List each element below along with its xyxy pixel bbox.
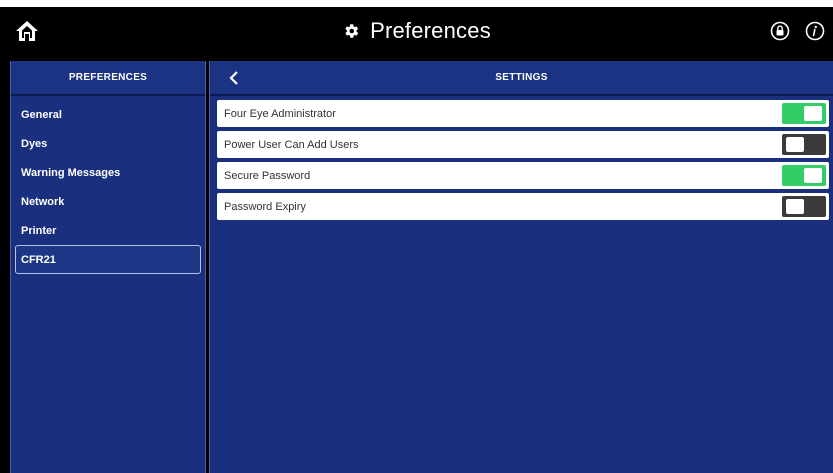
- settings-list: Four Eye Administrator Power User Can Ad…: [210, 96, 833, 220]
- settings-header: SETTINGS: [210, 61, 833, 96]
- toggle-knob: [804, 106, 822, 121]
- home-button[interactable]: [12, 16, 42, 46]
- top-bar: Preferences: [0, 7, 833, 55]
- chevron-left-icon: [229, 71, 238, 85]
- setting-row-four-eye-administrator: Four Eye Administrator: [217, 100, 829, 127]
- sidebar-item-printer[interactable]: Printer: [15, 216, 201, 245]
- sidebar-item-label: Network: [21, 195, 65, 208]
- four-eye-administrator-toggle[interactable]: [782, 103, 826, 124]
- setting-row-secure-password: Secure Password: [217, 162, 829, 189]
- page-title: Preferences: [0, 7, 833, 55]
- power-user-can-add-users-toggle[interactable]: [782, 134, 826, 155]
- setting-label: Power User Can Add Users: [224, 138, 359, 151]
- password-expiry-toggle[interactable]: [782, 196, 826, 217]
- sidebar-item-network[interactable]: Network: [15, 187, 201, 216]
- setting-row-password-expiry: Password Expiry: [217, 193, 829, 220]
- home-icon: [16, 21, 38, 41]
- back-button[interactable]: [224, 67, 244, 89]
- sidebar-item-dyes[interactable]: Dyes: [15, 129, 201, 158]
- content-area: PREFERENCES General Dyes Warning Message…: [0, 55, 833, 473]
- sidebar-item-label: Dyes: [21, 137, 48, 150]
- sidebar-title: PREFERENCES: [68, 72, 148, 83]
- info-button[interactable]: [804, 20, 826, 42]
- sidebar-header: PREFERENCES: [11, 61, 205, 96]
- settings-panel: SETTINGS Four Eye Administrator Power Us…: [209, 61, 833, 473]
- preferences-sidebar: PREFERENCES General Dyes Warning Message…: [10, 61, 206, 473]
- sidebar-item-label: General: [21, 108, 62, 121]
- info-icon: [805, 21, 825, 41]
- sidebar-item-label: CFR21: [21, 253, 56, 266]
- sidebar-item-general[interactable]: General: [15, 100, 201, 129]
- sidebar-nav: General Dyes Warning Messages Network Pr…: [11, 96, 205, 274]
- setting-row-power-user-can-add-users: Power User Can Add Users: [217, 131, 829, 158]
- settings-title: SETTINGS: [495, 72, 548, 83]
- caption: [0, 0, 833, 7]
- toggle-knob: [786, 199, 804, 214]
- setting-label: Password Expiry: [224, 200, 306, 213]
- setting-label: Secure Password: [224, 169, 311, 182]
- page-title-text: Preferences: [370, 18, 491, 43]
- sidebar-item-warning-messages[interactable]: Warning Messages: [15, 158, 201, 187]
- lock-icon: [770, 21, 790, 41]
- toggle-knob: [804, 168, 822, 183]
- lock-button[interactable]: [769, 20, 791, 42]
- sidebar-item-label: Printer: [21, 224, 57, 237]
- setting-label: Four Eye Administrator: [224, 107, 336, 120]
- sidebar-item-label: Warning Messages: [21, 166, 121, 179]
- secure-password-toggle[interactable]: [782, 165, 826, 186]
- gear-icon: [345, 24, 359, 38]
- toggle-knob: [786, 137, 804, 152]
- sidebar-item-cfr21[interactable]: CFR21: [15, 245, 201, 274]
